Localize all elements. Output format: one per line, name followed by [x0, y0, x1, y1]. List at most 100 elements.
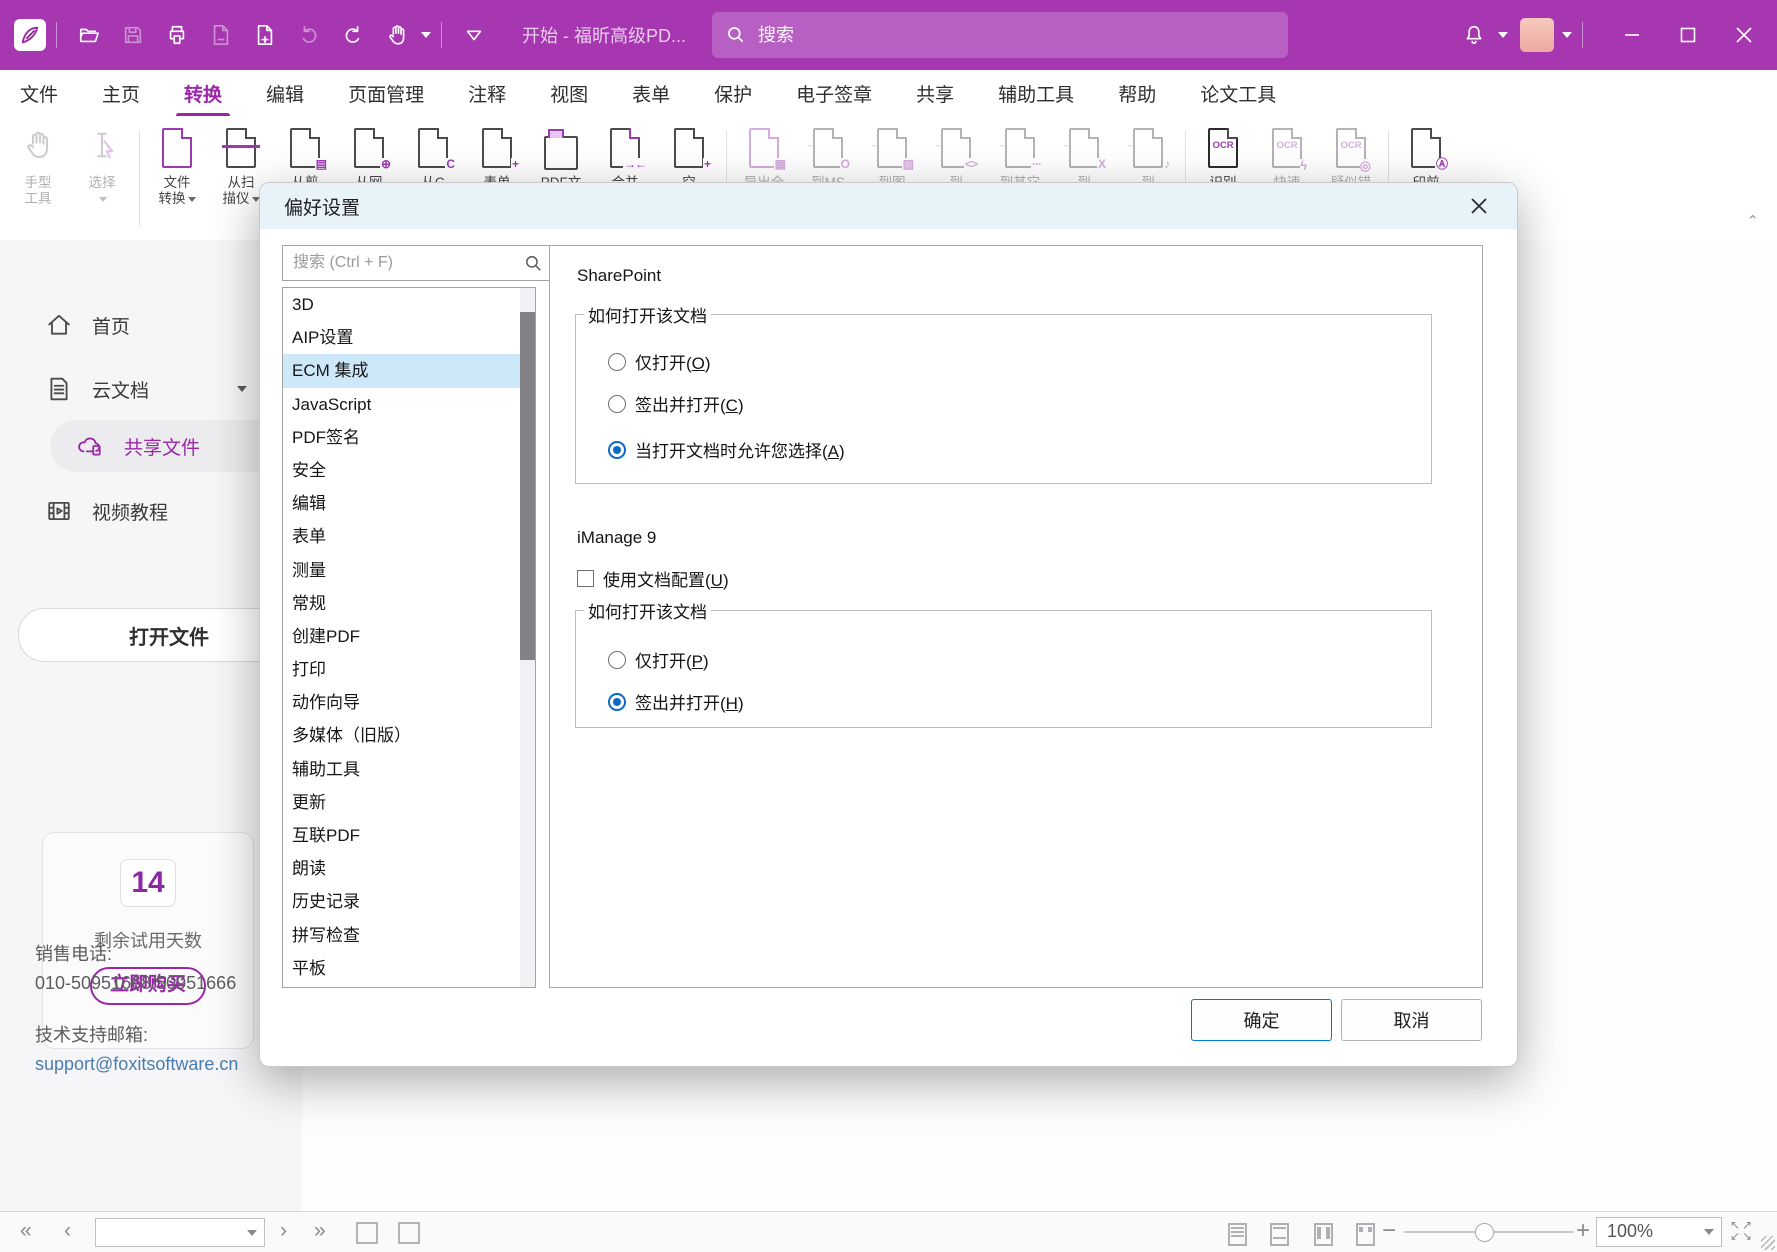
category-item-selected[interactable]: ECM 集成: [283, 354, 535, 387]
continuous-facing-view-icon[interactable]: [1356, 1223, 1375, 1246]
single-page-view-icon[interactable]: [1228, 1223, 1247, 1246]
category-item[interactable]: 创建PDF: [283, 620, 535, 653]
fullscreen-icon[interactable]: ↖↗↙↘: [1730, 1220, 1754, 1242]
search-input[interactable]: [756, 24, 1200, 47]
category-item[interactable]: 表单: [283, 520, 535, 553]
radio-icon-checked[interactable]: [608, 441, 626, 459]
zoom-out-button[interactable]: −: [1382, 1212, 1396, 1250]
search-bar[interactable]: [712, 12, 1288, 58]
facing-view-icon[interactable]: [1314, 1223, 1333, 1246]
category-item[interactable]: JavaScript: [283, 388, 535, 421]
scrollbar-thumb[interactable]: [520, 312, 535, 660]
radio-open-only[interactable]: 仅打开(O): [608, 349, 711, 374]
zoom-in-button[interactable]: +: [1576, 1212, 1590, 1250]
tab-accessibility[interactable]: 辅助工具: [998, 80, 1074, 107]
preferences-category-list[interactable]: 3D AIP设置 ECM 集成 JavaScript PDF签名 安全 编辑 表…: [282, 287, 536, 988]
radio-icon-checked[interactable]: [608, 693, 626, 711]
close-button[interactable]: [1727, 18, 1761, 52]
zoom-slider-knob[interactable]: [1475, 1223, 1494, 1242]
cancel-button[interactable]: 取消: [1341, 999, 1482, 1041]
continuous-view-icon[interactable]: [1270, 1223, 1289, 1246]
category-item[interactable]: 朗读: [283, 852, 535, 885]
checkbox-use-doc-profile[interactable]: 使用文档配置(U): [577, 566, 729, 591]
category-item[interactable]: 辅助工具: [283, 753, 535, 786]
user-avatar[interactable]: [1520, 18, 1554, 52]
tab-share[interactable]: 共享: [916, 80, 954, 107]
radio-icon[interactable]: [608, 353, 626, 371]
category-item[interactable]: 更新: [283, 786, 535, 819]
collapse-ribbon-icon[interactable]: ⌃: [1746, 212, 1759, 230]
chevron-down-icon[interactable]: [1562, 32, 1572, 38]
sidebar-item-cloud-docs[interactable]: 云文档: [0, 364, 302, 414]
hand-tool-icon[interactable]: [379, 17, 415, 53]
radio-icon[interactable]: [608, 651, 626, 669]
open-file-icon[interactable]: [71, 17, 107, 53]
tab-paper-tools[interactable]: 论文工具: [1200, 80, 1276, 107]
zoom-level-combobox[interactable]: 100%: [1596, 1217, 1722, 1247]
category-item[interactable]: 编辑: [283, 487, 535, 520]
category-item[interactable]: 打印: [283, 653, 535, 686]
chevron-down-icon[interactable]: [237, 386, 247, 392]
undo-icon[interactable]: [291, 17, 327, 53]
chevron-down-icon[interactable]: [1498, 32, 1508, 38]
ribbon-hand-tool[interactable]: 手型工具: [6, 116, 70, 240]
category-item[interactable]: 动作向导: [283, 686, 535, 719]
scrollbar-track[interactable]: [520, 288, 535, 987]
tab-view[interactable]: 视图: [550, 80, 588, 107]
previous-view-icon[interactable]: [356, 1222, 378, 1244]
tab-organize[interactable]: 页面管理: [348, 80, 424, 107]
category-item[interactable]: PDF签名: [283, 421, 535, 454]
first-page-button[interactable]: «: [20, 1212, 32, 1250]
radio-checkout-and-open[interactable]: 签出并打开(C): [608, 391, 744, 416]
sidebar-item-home[interactable]: 首页: [0, 300, 302, 350]
radio-ask-when-opening[interactable]: 当打开文档时允许您选择(A): [608, 437, 845, 462]
category-item[interactable]: 测量: [283, 554, 535, 587]
category-item[interactable]: 3D: [283, 288, 535, 321]
quick-access-flag-icon[interactable]: [456, 17, 492, 53]
support-email-link[interactable]: support@foxitsoftware.cn: [35, 1050, 238, 1079]
category-item[interactable]: 历史记录: [283, 885, 535, 918]
category-item[interactable]: 安全: [283, 454, 535, 487]
category-item[interactable]: AIP设置: [283, 321, 535, 354]
category-item[interactable]: 多媒体（旧版）: [283, 719, 535, 752]
tab-home[interactable]: 主页: [102, 80, 140, 107]
checkbox-icon[interactable]: [577, 570, 594, 587]
category-item[interactable]: 互联PDF: [283, 819, 535, 852]
page-remove-icon[interactable]: [203, 17, 239, 53]
radio-open-only-imanage[interactable]: 仅打开(P): [608, 647, 709, 672]
tab-comment[interactable]: 注释: [468, 80, 506, 107]
tab-convert[interactable]: 转换: [184, 80, 222, 107]
last-page-button[interactable]: »: [314, 1212, 326, 1250]
ribbon-select-tool[interactable]: 选择: [70, 116, 134, 240]
page-number-combobox[interactable]: [95, 1218, 265, 1247]
category-item[interactable]: 平板: [283, 952, 535, 985]
ok-button[interactable]: 确定: [1191, 999, 1332, 1041]
preferences-search-input[interactable]: [291, 253, 495, 273]
next-view-icon[interactable]: [398, 1222, 420, 1244]
preferences-search-box[interactable]: [282, 245, 552, 281]
chevron-down-icon[interactable]: [421, 32, 431, 38]
radio-icon[interactable]: [608, 395, 626, 413]
ribbon-convert-file[interactable]: 文件转换: [145, 116, 209, 240]
category-item[interactable]: 常规: [283, 587, 535, 620]
next-page-button[interactable]: ›: [280, 1212, 287, 1250]
maximize-button[interactable]: [1671, 18, 1705, 52]
dialog-close-button[interactable]: [1465, 192, 1493, 220]
sidebar-item-video-tutorials[interactable]: 视频教程: [0, 486, 302, 536]
tab-file[interactable]: 文件: [20, 80, 58, 107]
tab-esign[interactable]: 电子签章: [796, 80, 872, 107]
tab-help[interactable]: 帮助: [1118, 80, 1156, 107]
tab-form[interactable]: 表单: [632, 80, 670, 107]
tab-edit[interactable]: 编辑: [266, 80, 304, 107]
minimize-button[interactable]: [1615, 18, 1649, 52]
redo-icon[interactable]: [335, 17, 371, 53]
previous-page-button[interactable]: ‹: [64, 1212, 71, 1250]
notification-bell-icon[interactable]: [1456, 17, 1492, 53]
category-item[interactable]: 拼写检查: [283, 919, 535, 952]
save-icon[interactable]: [115, 17, 151, 53]
tab-protect[interactable]: 保护: [714, 80, 752, 107]
print-icon[interactable]: [159, 17, 195, 53]
resize-grip[interactable]: [1761, 1236, 1775, 1250]
dialog-titlebar[interactable]: 偏好设置: [260, 183, 1517, 229]
page-add-icon[interactable]: [247, 17, 283, 53]
